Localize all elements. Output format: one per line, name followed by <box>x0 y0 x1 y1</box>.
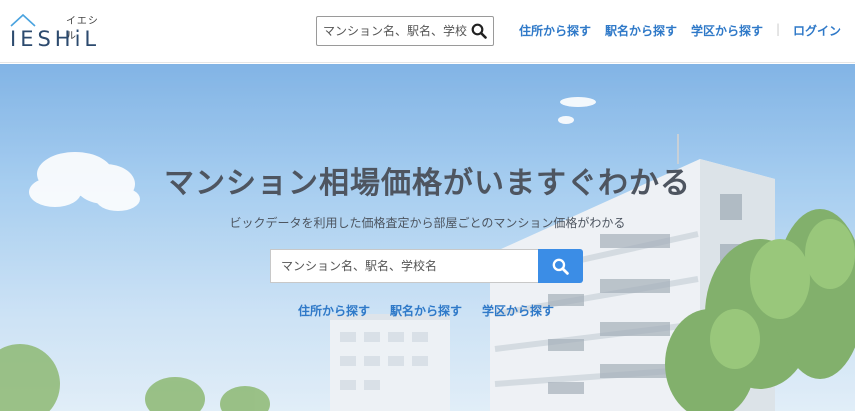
search-icon[interactable] <box>471 23 487 39</box>
search-icon <box>552 258 569 275</box>
hero-section: マンション相場価格がいますぐわかる ビックデータを利用した価格査定から部屋ごとの… <box>0 64 855 411</box>
nav-search-by-school-district[interactable]: 学区から探す <box>691 22 763 39</box>
hero-search-input[interactable] <box>270 249 539 283</box>
site-header: イエシル IESHiL 住所から探す 駅名から探す 学区から探す | ログイン <box>0 0 855 63</box>
header-search-input[interactable] <box>317 17 467 45</box>
header-search-box <box>316 16 494 46</box>
hero-link-search-by-station[interactable]: 駅名から探す <box>390 302 462 319</box>
nav-separator: | <box>776 22 781 36</box>
ieshil-logo[interactable]: イエシル IESHiL <box>10 10 105 52</box>
hero-search-box <box>270 249 583 283</box>
hero-link-search-by-school-district[interactable]: 学区から探す <box>482 302 554 319</box>
hero-subtitle: ビックデータを利用した価格査定から部屋ごとのマンション価格がわかる <box>229 216 626 230</box>
house-roof-icon <box>10 13 36 27</box>
logo-wordmark: IESHiL <box>10 27 101 51</box>
nav-search-by-address[interactable]: 住所から探す <box>519 22 591 39</box>
hero-search-button[interactable] <box>538 249 583 283</box>
hero-link-search-by-address[interactable]: 住所から探す <box>298 302 370 319</box>
nav-search-by-station[interactable]: 駅名から探す <box>605 22 677 39</box>
login-link[interactable]: ログイン <box>793 22 841 39</box>
hero-title: マンション相場価格がいますぐわかる <box>164 166 691 201</box>
hero-overlay <box>0 64 855 411</box>
